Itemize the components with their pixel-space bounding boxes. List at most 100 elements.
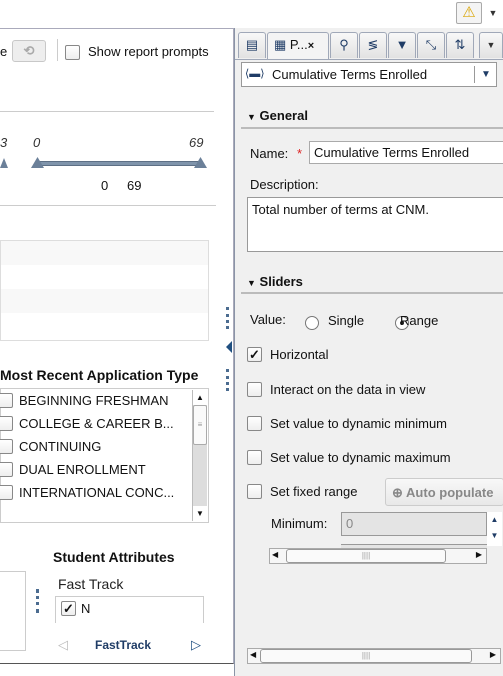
properties-icon: ▦ — [274, 37, 287, 52]
list-scrollbar[interactable]: ▲ ≡ ▼ — [192, 390, 207, 521]
tab-filters[interactable]: ▼ — [388, 32, 416, 58]
collapse-panel-icon[interactable] — [226, 341, 232, 353]
required-mark: * — [297, 146, 303, 161]
scroll-thumb[interactable]: |||| — [286, 549, 446, 563]
student-attributes-title: Student Attributes — [53, 549, 175, 565]
show-prompts-label: Show report prompts — [88, 44, 209, 59]
scroll-right-icon[interactable]: ▶ — [490, 650, 496, 659]
object-select-value: Cumulative Terms Enrolled — [272, 67, 428, 82]
minimum-input[interactable]: 0 — [341, 512, 487, 536]
app-type-item[interactable]: COLLEGE & CAREER B... — [0, 412, 191, 435]
fast-track-checkbox-n[interactable]: ✓ — [61, 601, 76, 616]
slider-low-value: 0 — [101, 178, 109, 193]
tab-outline[interactable]: ▤ — [238, 32, 266, 58]
warning-dropdown[interactable]: ▼ — [484, 2, 502, 24]
divider — [0, 205, 216, 206]
app-type-title: Most Recent Application Type — [0, 367, 199, 383]
chevron-down-icon[interactable]: ▼ — [474, 66, 491, 83]
app-type-item[interactable]: INTERNATIONAL CONC... — [0, 481, 191, 504]
scroll-left-icon[interactable]: ◀ — [272, 550, 278, 559]
description-textarea[interactable]: Total number of terms at CNM. — [247, 197, 503, 252]
resize-handle[interactable] — [226, 307, 229, 329]
expanded-icon: ▼ — [247, 112, 256, 122]
general-section-toggle[interactable]: ▼ General — [247, 108, 308, 123]
scroll-right-icon[interactable]: ▶ — [476, 550, 482, 559]
general-title: General — [259, 108, 308, 123]
refresh-button[interactable]: ⟲ — [12, 40, 46, 62]
warning-button[interactable]: ⚠ — [456, 2, 482, 24]
scroll-thumb[interactable]: |||| — [260, 649, 472, 663]
scroll-left-icon[interactable]: ◀ — [250, 650, 256, 659]
rules-icon: ≶ — [367, 37, 379, 52]
toolbar-divider — [57, 39, 58, 61]
app-type-item[interactable]: CONTINUING — [0, 435, 191, 458]
app-type-list: BEGINNING FRESHMAN COLLEGE & CAREER B... C… — [0, 388, 209, 523]
pager-label: FastTrack — [95, 638, 152, 652]
show-prompts-checkbox[interactable] — [65, 45, 80, 60]
minimum-spinner[interactable]: ▲ ▼ — [487, 512, 502, 546]
target-icon: ⊕ — [392, 485, 403, 500]
scroll-down-icon[interactable]: ▼ — [193, 506, 207, 521]
fast-track-item-label: N — [81, 601, 91, 616]
panel-horizontal-scrollbar[interactable]: ◀ |||| ▶ — [247, 648, 501, 664]
styles-icon: ⚲ — [339, 37, 349, 52]
tab-styles[interactable]: ⚲ — [330, 32, 358, 58]
slider-track[interactable] — [37, 161, 201, 166]
slider-thumb-partial[interactable] — [0, 158, 8, 168]
chevron-down-icon: ▼ — [486, 40, 496, 50]
report-canvas: e ⟲ Show report prompts 3 0 69 0 69 Most… — [0, 28, 234, 664]
next-page-icon[interactable]: ▷ — [191, 637, 201, 653]
tabs-overflow-button[interactable]: ▼ — [479, 32, 503, 58]
resize-handle[interactable] — [36, 589, 39, 613]
app-type-checkbox[interactable] — [0, 416, 13, 431]
spin-down-icon[interactable]: ▼ — [487, 528, 502, 544]
filter-icon: ▼ — [395, 37, 409, 52]
divider — [241, 292, 503, 294]
tab-properties-label: P... — [289, 37, 308, 52]
app-type-item[interactable]: BEGINNING FRESHMAN — [0, 389, 191, 412]
prev-page-icon[interactable]: ◁ — [58, 637, 68, 653]
refresh-icon: ⟲ — [23, 43, 35, 58]
ranks-icon: ⇅ — [454, 37, 466, 52]
app-type-label: COLLEGE & CAREER B... — [19, 416, 174, 431]
table-row — [1, 241, 208, 265]
properties-panel: ▤ ▦ P...× ⚲ ≶ ▼ ⤡ ⇅ ▼ ⟨▬⟩ Cumulative Ter… — [234, 28, 503, 676]
fast-track-label: Fast Track — [58, 576, 124, 592]
fast-track-list: ✓ N — [55, 596, 204, 623]
toolbar-partial-label: e — [0, 44, 8, 59]
dyn-min-label: Set value to dynamic minimum — [270, 416, 448, 431]
auto-populate-button[interactable]: ⊕ Auto populate — [385, 478, 503, 506]
warning-icon: ⚠ — [462, 4, 476, 21]
dyn-max-checkbox[interactable] — [247, 450, 262, 465]
resize-handle[interactable] — [226, 369, 229, 391]
app-type-label: DUAL ENROLLMENT — [19, 462, 146, 477]
tab-properties[interactable]: ▦ P...× — [267, 32, 329, 60]
app-type-checkbox[interactable] — [0, 393, 13, 408]
spin-up-icon[interactable]: ▲ — [487, 512, 502, 528]
app-type-checkbox[interactable] — [0, 462, 13, 477]
app-type-item[interactable]: DUAL ENROLLMENT — [0, 458, 191, 481]
app-type-checkbox[interactable] — [0, 439, 13, 454]
scroll-up-icon[interactable]: ▲ — [193, 390, 207, 405]
name-input[interactable]: Cumulative Terms Enrolled — [309, 141, 503, 164]
name-label: Name: — [250, 146, 289, 161]
sliders-section-toggle[interactable]: ▼ Sliders — [247, 274, 303, 289]
minimum-label: Minimum: — [271, 516, 328, 531]
tab-interactions[interactable]: ⤡ — [417, 32, 445, 58]
inner-horizontal-scrollbar[interactable]: ◀ |||| ▶ — [269, 548, 487, 564]
object-select[interactable]: ⟨▬⟩ Cumulative Terms Enrolled ▼ — [241, 62, 497, 87]
app-type-label: CONTINUING — [19, 439, 102, 454]
app-type-label: BEGINNING FRESHMAN — [19, 393, 169, 408]
fixed-range-checkbox[interactable] — [247, 484, 262, 499]
interact-checkbox[interactable] — [247, 382, 262, 397]
app-type-checkbox[interactable] — [0, 485, 13, 500]
table-row — [1, 265, 208, 289]
tab-display-rules[interactable]: ≶ — [359, 32, 387, 58]
single-radio[interactable] — [305, 315, 319, 330]
dyn-min-checkbox[interactable] — [247, 416, 262, 431]
horizontal-checkbox[interactable]: ✓ — [247, 347, 262, 362]
scroll-thumb[interactable]: ≡ — [193, 405, 207, 445]
tab-ranks[interactable]: ⇅ — [446, 32, 474, 58]
table — [0, 240, 209, 341]
close-tab-icon[interactable]: × — [308, 40, 314, 52]
